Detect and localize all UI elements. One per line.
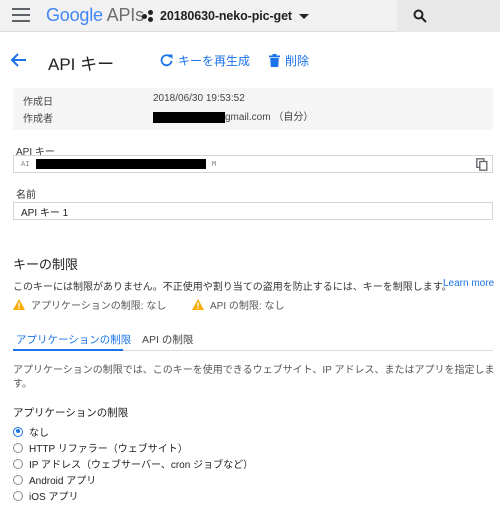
creator-email-suffix: gmail.com （自分） xyxy=(225,112,314,123)
radio-option-ip-address[interactable]: IP アドレス（ウェブサーバー、cron ジョブなど） xyxy=(13,456,253,471)
warning-app-restriction: アプリケーションの制限: なし xyxy=(13,297,166,312)
delete-button[interactable]: 削除 xyxy=(269,52,309,69)
search-icon xyxy=(413,9,427,23)
api-key-suffix: M xyxy=(211,160,217,168)
redacted-api-key xyxy=(35,159,206,169)
warning-api-restriction: API の制限: なし xyxy=(192,297,284,312)
active-tab-indicator xyxy=(13,349,123,351)
radio-button[interactable] xyxy=(13,458,23,469)
radio-option-ios[interactable]: iOS アプリ xyxy=(13,488,78,503)
learn-more-link[interactable]: Learn more xyxy=(443,278,494,289)
created-date-value: 2018/06/30 19:53:52 xyxy=(153,93,245,104)
warning-app-text: アプリケーションの制限: なし xyxy=(31,301,167,312)
tab-application-restrictions[interactable]: アプリケーションの制限 xyxy=(16,332,131,347)
project-selector[interactable]: 20180630-neko-pic-get xyxy=(142,6,309,26)
radio-label: IP アドレス（ウェブサーバー、cron ジョブなど） xyxy=(29,460,254,471)
radio-label: なし xyxy=(29,428,49,439)
delete-label: 削除 xyxy=(285,54,310,68)
app-restrictions-title: アプリケーションの制限 xyxy=(13,407,129,419)
name-label: 名前 xyxy=(16,190,36,201)
project-dots-icon xyxy=(142,10,154,22)
radio-option-http-referrer[interactable]: HTTP リファラー（ウェブサイト） xyxy=(13,440,188,455)
warning-icon xyxy=(13,299,25,310)
radio-option-android[interactable]: Android アプリ xyxy=(13,472,96,487)
key-restrictions-description: このキーには制限がありません。不正使用や割り当ての盗用を防止するには、キーを制限… xyxy=(13,282,452,293)
search-box[interactable] xyxy=(397,0,500,32)
copy-icon[interactable] xyxy=(476,158,488,171)
trash-icon xyxy=(269,54,280,67)
regenerate-key-button[interactable]: キーを再生成 xyxy=(160,52,250,69)
regenerate-key-label: キーを再生成 xyxy=(178,54,251,68)
logo-apis-text: APIs xyxy=(106,5,144,25)
dropdown-caret-icon xyxy=(299,13,309,19)
app-restrictions-description: アプリケーションの制限では、このキーを使用できるウェブサイト、IP アドレス、ま… xyxy=(13,365,495,390)
project-name: 20180630-neko-pic-get xyxy=(160,9,292,23)
api-key-prefix: AI xyxy=(21,160,30,168)
page-header: API キー キーを再生成 削除 xyxy=(0,32,500,88)
refresh-icon xyxy=(160,54,173,67)
radio-label: HTTP リファラー（ウェブサイト） xyxy=(29,444,188,455)
warning-icon xyxy=(192,299,204,310)
radio-option-none[interactable]: なし xyxy=(13,424,49,439)
google-apis-logo[interactable]: Google APIs xyxy=(46,5,144,26)
name-input[interactable] xyxy=(13,202,493,220)
redacted-email xyxy=(153,111,225,123)
logo-google-text: Google xyxy=(46,5,103,25)
key-info-box: 作成日 2018/06/30 19:53:52 作成者 gmail.com （自… xyxy=(13,88,493,130)
radio-label: Android アプリ xyxy=(29,476,97,487)
top-app-bar: Google APIs 20180630-neko-pic-get xyxy=(0,0,500,32)
api-key-field[interactable]: AI M xyxy=(13,155,493,173)
radio-button[interactable] xyxy=(13,442,23,453)
menu-icon[interactable] xyxy=(12,8,30,22)
key-restrictions-title: キーの制限 xyxy=(13,257,79,272)
warning-api-text: API の制限: なし xyxy=(210,301,285,312)
api-key-value: AI M xyxy=(21,159,216,169)
creator-value: gmail.com （自分） xyxy=(153,108,313,123)
created-date-label: 作成日 xyxy=(23,97,53,108)
radio-button[interactable] xyxy=(13,490,23,501)
back-arrow-icon[interactable] xyxy=(10,51,28,69)
page-title: API キー xyxy=(48,55,115,74)
restriction-tabs: アプリケーションの制限 API の制限 xyxy=(13,324,493,351)
radio-button[interactable] xyxy=(13,426,23,437)
tab-api-restrictions[interactable]: API の制限 xyxy=(142,332,193,347)
radio-button[interactable] xyxy=(13,474,23,485)
radio-label: iOS アプリ xyxy=(29,492,79,503)
creator-label: 作成者 xyxy=(23,114,53,125)
